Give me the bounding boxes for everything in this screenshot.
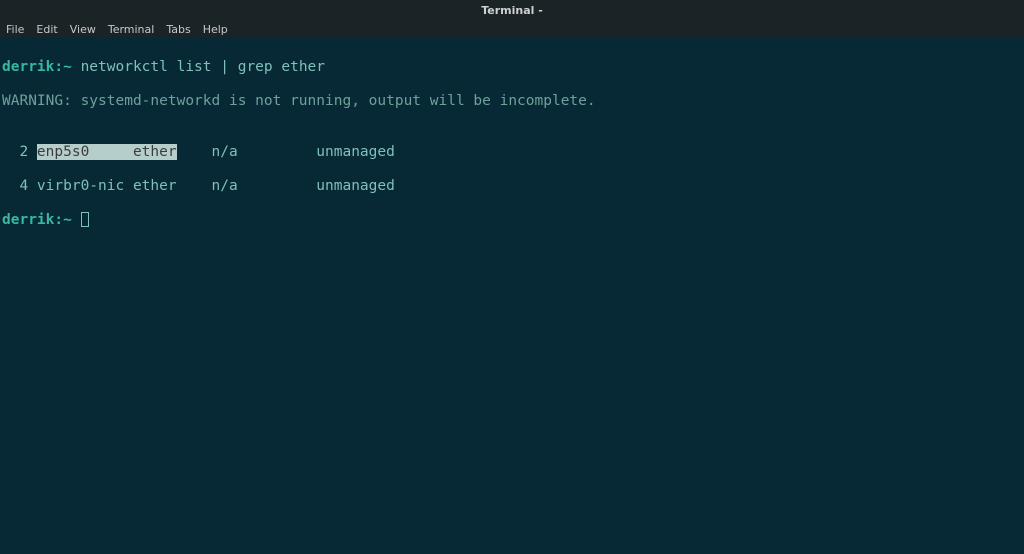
terminal-output-area[interactable]: derrik:~ networkctl list | grep ether WA… (0, 38, 1024, 250)
menu-tabs[interactable]: Tabs (166, 23, 190, 36)
window-titlebar: Terminal - (0, 0, 1024, 20)
row-index: 2 (2, 144, 37, 160)
selected-interface: enp5s0 ether (37, 144, 177, 160)
window-title: Terminal - (481, 4, 543, 17)
menu-file[interactable]: File (6, 23, 24, 36)
row-rest: n/a unmanaged (177, 144, 395, 160)
interface-row: 2 enp5s0 ether n/a unmanaged (2, 144, 1022, 161)
prompt-space (72, 212, 81, 228)
shell-prompt: derrik:~ (2, 212, 72, 228)
menubar: File Edit View Terminal Tabs Help (0, 20, 1024, 38)
terminal-line: derrik:~ networkctl list | grep ether (2, 59, 1022, 76)
warning-line: WARNING: systemd-networkd is not running… (2, 93, 1022, 110)
cursor-icon (81, 212, 89, 227)
terminal-line: derrik:~ (2, 212, 1022, 229)
interface-row: 4 virbr0-nic ether n/a unmanaged (2, 178, 1022, 195)
menu-edit[interactable]: Edit (36, 23, 57, 36)
menu-view[interactable]: View (70, 23, 96, 36)
menu-terminal[interactable]: Terminal (108, 23, 155, 36)
menu-help[interactable]: Help (203, 23, 228, 36)
command-text: networkctl list | grep ether (72, 59, 325, 75)
shell-prompt: derrik:~ (2, 59, 72, 75)
